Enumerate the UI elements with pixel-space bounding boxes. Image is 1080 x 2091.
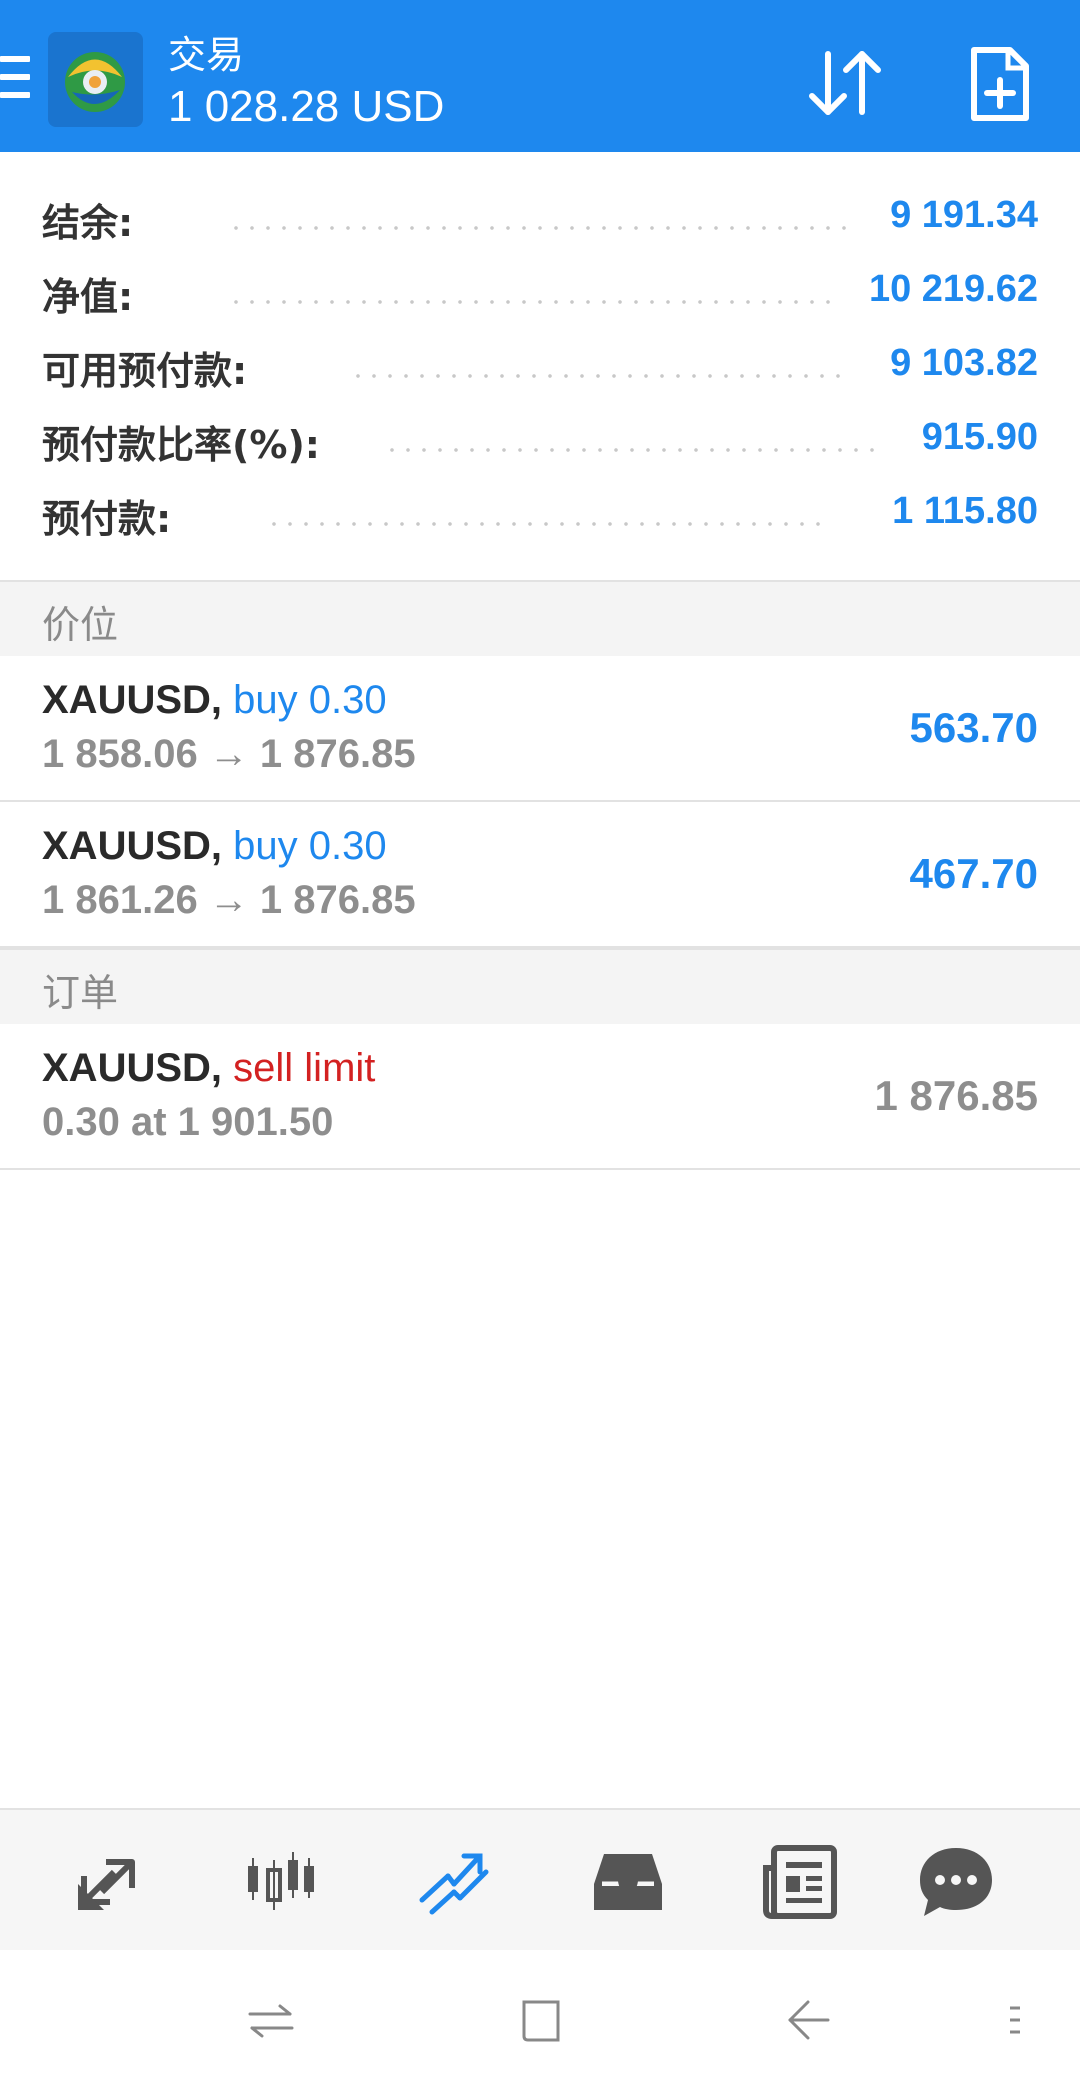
summary-label: 结余: <box>42 201 134 245</box>
positions-section-header: 价位 <box>0 580 1080 658</box>
position-row[interactable]: XAUUSD, buy 0.30 1 861.26 → 1 876.85 467… <box>0 802 1080 948</box>
nav-chat[interactable] <box>914 1840 998 1924</box>
news-icon <box>763 1845 837 1919</box>
dot-leader <box>228 300 830 304</box>
order-row[interactable]: XAUUSD, sell limit 0.30 at 1 901.50 1 87… <box>0 1024 1080 1170</box>
trade-icon <box>419 1853 489 1915</box>
more-icon <box>1010 2006 1020 2034</box>
position-symbol: XAUUSD, <box>42 824 223 868</box>
back-button[interactable] <box>782 1994 836 2048</box>
home-button[interactable] <box>514 1994 568 2048</box>
quotes-icon <box>78 1859 135 1910</box>
menu-icon[interactable] <box>0 56 30 100</box>
sort-icon <box>809 51 881 115</box>
position-profit: 467.70 <box>909 850 1038 897</box>
summary-value: 9 191.34 <box>890 194 1038 236</box>
nav-history[interactable] <box>586 1840 670 1924</box>
screen-title: 交易 <box>168 33 245 77</box>
back-icon <box>788 2000 830 2040</box>
summary-label: 可用预付款: <box>42 349 248 393</box>
new-order-button[interactable] <box>960 44 1040 124</box>
recent-apps-icon <box>248 2004 294 2038</box>
top-app-bar: 交易 1 028.28 USD <box>0 0 1080 152</box>
position-row[interactable]: XAUUSD, buy 0.30 1 858.06 → 1 876.85 563… <box>0 656 1080 802</box>
position-prices: 1 861.26 → 1 876.85 <box>42 878 416 922</box>
position-symbol: XAUUSD, <box>42 678 223 722</box>
nav-charts[interactable] <box>238 1840 322 1924</box>
account-summary: 结余: 9 191.34 净值: 10 219.62 可用预付款: 9 103.… <box>0 152 1080 580</box>
summary-row-free-margin: 可用预付款: 9 103.82 <box>0 330 1080 404</box>
sort-button[interactable] <box>800 44 890 124</box>
summary-value: 1 115.80 <box>892 490 1038 532</box>
dot-leader <box>228 226 850 230</box>
position-direction: buy 0.30 <box>233 824 387 868</box>
section-title: 价位 <box>42 603 119 647</box>
section-title: 订单 <box>42 971 119 1015</box>
summary-value: 9 103.82 <box>890 342 1038 384</box>
order-symbol: XAUUSD, <box>42 1046 223 1090</box>
bottom-navigation <box>0 1808 1080 1952</box>
summary-label: 预付款比率(%): <box>42 423 321 467</box>
nav-quotes[interactable] <box>66 1840 150 1924</box>
summary-label: 净值: <box>42 275 134 319</box>
summary-value: 915.90 <box>921 416 1038 458</box>
home-icon <box>522 2000 560 2042</box>
summary-label: 预付款: <box>42 497 172 541</box>
system-navigation-bar <box>0 1950 1080 2091</box>
order-detail: 0.30 at 1 901.50 <box>42 1100 334 1144</box>
orders-section-header: 订单 <box>0 948 1080 1026</box>
position-profit: 563.70 <box>909 704 1038 751</box>
summary-row-equity: 净值: 10 219.62 <box>0 256 1080 330</box>
chat-icon <box>920 1848 992 1916</box>
app-logo <box>48 32 143 127</box>
recent-apps-button[interactable] <box>244 1994 298 2048</box>
summary-row-balance: 结余: 9 191.34 <box>0 182 1080 256</box>
dot-leader <box>384 448 880 452</box>
keyboard-toggle-button[interactable] <box>1000 1994 1030 2048</box>
order-type: sell limit <box>233 1046 376 1090</box>
summary-row-margin-level: 预付款比率(%): 915.90 <box>0 404 1080 478</box>
dot-leader <box>266 522 830 526</box>
charts-icon <box>248 1852 314 1910</box>
nav-trade[interactable] <box>412 1840 496 1924</box>
nav-news[interactable] <box>758 1840 842 1924</box>
dot-leader <box>350 374 850 378</box>
summary-row-margin: 预付款: 1 115.80 <box>0 478 1080 552</box>
position-direction: buy 0.30 <box>233 678 387 722</box>
account-profit: 1 028.28 USD <box>168 82 445 131</box>
summary-value: 10 219.62 <box>868 268 1038 310</box>
position-prices: 1 858.06 → 1 876.85 <box>42 732 416 776</box>
order-current-price: 1 876.85 <box>874 1072 1039 1119</box>
new-order-icon <box>971 47 1029 121</box>
history-icon <box>594 1854 662 1910</box>
